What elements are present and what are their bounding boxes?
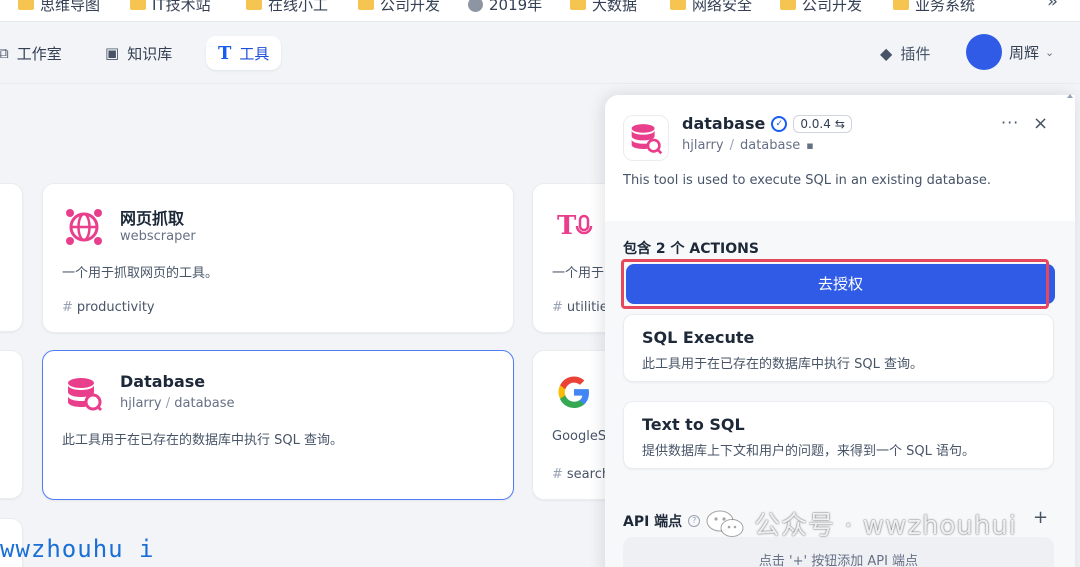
card-subtitle: webscraper — [120, 229, 196, 244]
card-title: 网页抓取 — [120, 209, 185, 228]
top-navigation: ⧉ 工作室 ▣ 知识库 T 工具 ◆ 插件 周辉 ⌄ — [0, 22, 1080, 84]
studio-icon: ⧉ — [0, 44, 9, 62]
verified-icon: ✓ — [771, 115, 788, 132]
actions-count-heading: 包含 2 个 ACTIONS — [623, 241, 759, 257]
tool-card-database[interactable]: Database hjlarry / database 此工具用于在已存在的数据… — [42, 350, 514, 500]
card-description: GoogleS — [552, 429, 607, 444]
card-title: Database — [120, 372, 206, 391]
nav-tab-knowledge[interactable]: ▣ 知识库 — [93, 36, 184, 70]
action-card-sql-execute[interactable]: SQL Execute 此工具用于在已存在的数据库中执行 SQL 查询。 — [623, 314, 1054, 382]
database-icon — [623, 115, 669, 161]
action-description: 提供数据库上下文和用户的问题，来得到一个 SQL 语句。 — [642, 444, 975, 459]
panel-author: hjlarry / database ▪ — [682, 138, 814, 153]
more-options-button[interactable]: ··· — [1001, 113, 1019, 132]
action-card-text-to-sql[interactable]: Text to SQL 提供数据库上下文和用户的问题，来得到一个 SQL 语句。 — [623, 401, 1054, 469]
help-icon[interactable]: ? — [688, 515, 701, 527]
folder-icon — [130, 0, 146, 10]
webscraper-icon — [66, 209, 102, 245]
card-tag: # utilitie — [552, 300, 608, 315]
book-icon: ▣ — [105, 44, 120, 62]
cube-icon: ◆ — [880, 43, 893, 63]
card-description: 一个用于 — [552, 266, 605, 281]
card-author: hjlarry / database — [120, 396, 235, 411]
panel-header: database ✓ 0.0.4 ⇆ hjlarry / database ▪ ···… — [605, 95, 1075, 221]
user-menu[interactable]: 周辉 ⌄ — [1009, 42, 1054, 63]
database-icon — [68, 378, 103, 412]
bookmark-item[interactable]: 2019年 — [468, 0, 542, 16]
version-badge[interactable]: 0.0.4 ⇆ — [793, 114, 852, 133]
bookmarks-bar: 思维导图 IT技术站 在线小工 公司开发 2019年 大数据 网络安全 公司开发… — [0, 0, 1080, 22]
action-name: SQL Execute — [642, 328, 755, 347]
switch-icon: ⇆ — [834, 116, 845, 131]
tool-card[interactable] — [0, 183, 23, 332]
action-name: Text to SQL — [642, 415, 745, 434]
bookmark-item[interactable]: 公司开发 — [780, 0, 862, 16]
bookmark-item[interactable]: 思维导图 — [18, 0, 100, 16]
wechat-logo-icon — [706, 510, 744, 537]
overlay-caption: wwzhouhu i — [0, 535, 155, 563]
folder-icon — [246, 0, 262, 10]
bookmark-item[interactable]: 公司开发 — [358, 0, 440, 16]
avatar[interactable] — [966, 34, 1002, 70]
folder-icon — [780, 0, 796, 10]
tools-icon: T — [218, 42, 232, 64]
hash-icon: # — [552, 467, 563, 482]
google-icon — [558, 376, 589, 408]
api-endpoints-heading: API 端点 ? — [623, 511, 701, 531]
panel-description: This tool is used to execute SQL in an e… — [623, 173, 991, 188]
close-icon[interactable]: × — [1033, 113, 1048, 134]
nav-tab-studio[interactable]: ⧉ 工作室 — [0, 36, 74, 70]
panel-title: database ✓ 0.0.4 ⇆ — [682, 114, 852, 133]
card-description: 一个用于抓取网页的工具。 — [62, 266, 219, 281]
bookmark-item[interactable]: 大数据 — [570, 0, 637, 16]
svg-text:T: T — [557, 211, 577, 241]
folder-icon — [670, 0, 686, 10]
tool-card[interactable] — [0, 350, 23, 499]
text-to-speech-icon: T — [557, 211, 593, 241]
card-tag: # productivity — [62, 300, 155, 315]
tool-card-webscraper[interactable]: 网页抓取 webscraper 一个用于抓取网页的工具。 # productivi… — [42, 183, 514, 333]
globe-icon — [468, 0, 483, 12]
box-icon: ▪ — [806, 139, 814, 152]
hash-icon: # — [552, 300, 563, 315]
tool-detail-panel: database ✓ 0.0.4 ⇆ hjlarry / database ▪ ···… — [605, 95, 1075, 567]
bookmark-item[interactable]: IT技术站 — [130, 0, 211, 16]
nav-tab-tools[interactable]: T 工具 — [206, 36, 282, 70]
folder-icon — [358, 0, 374, 10]
folder-icon — [18, 0, 34, 10]
card-description: 此工具用于在已存在的数据库中执行 SQL 查询。 — [62, 433, 343, 448]
folder-icon — [570, 0, 586, 10]
highlight-frame — [621, 259, 1049, 309]
action-description: 此工具用于在已存在的数据库中执行 SQL 查询。 — [642, 357, 923, 372]
add-endpoint-button[interactable]: + — [1033, 507, 1048, 528]
scroll-up-icon[interactable] — [1066, 92, 1074, 112]
folder-icon — [893, 0, 909, 10]
bookmark-item[interactable]: 网络安全 — [670, 0, 752, 16]
plugins-button[interactable]: ◆ 插件 — [880, 36, 930, 70]
bookmark-item[interactable]: 业务系统 — [893, 0, 975, 16]
hash-icon: # — [62, 300, 73, 315]
bookmark-item[interactable]: 在线小工 — [246, 0, 328, 16]
card-tag: # search — [552, 467, 611, 482]
watermark: 公众号 · wwzhouhui — [706, 505, 1017, 542]
chevron-down-icon: ⌄ — [1045, 46, 1055, 59]
bookmarks-overflow-button[interactable]: » — [1047, 0, 1058, 12]
